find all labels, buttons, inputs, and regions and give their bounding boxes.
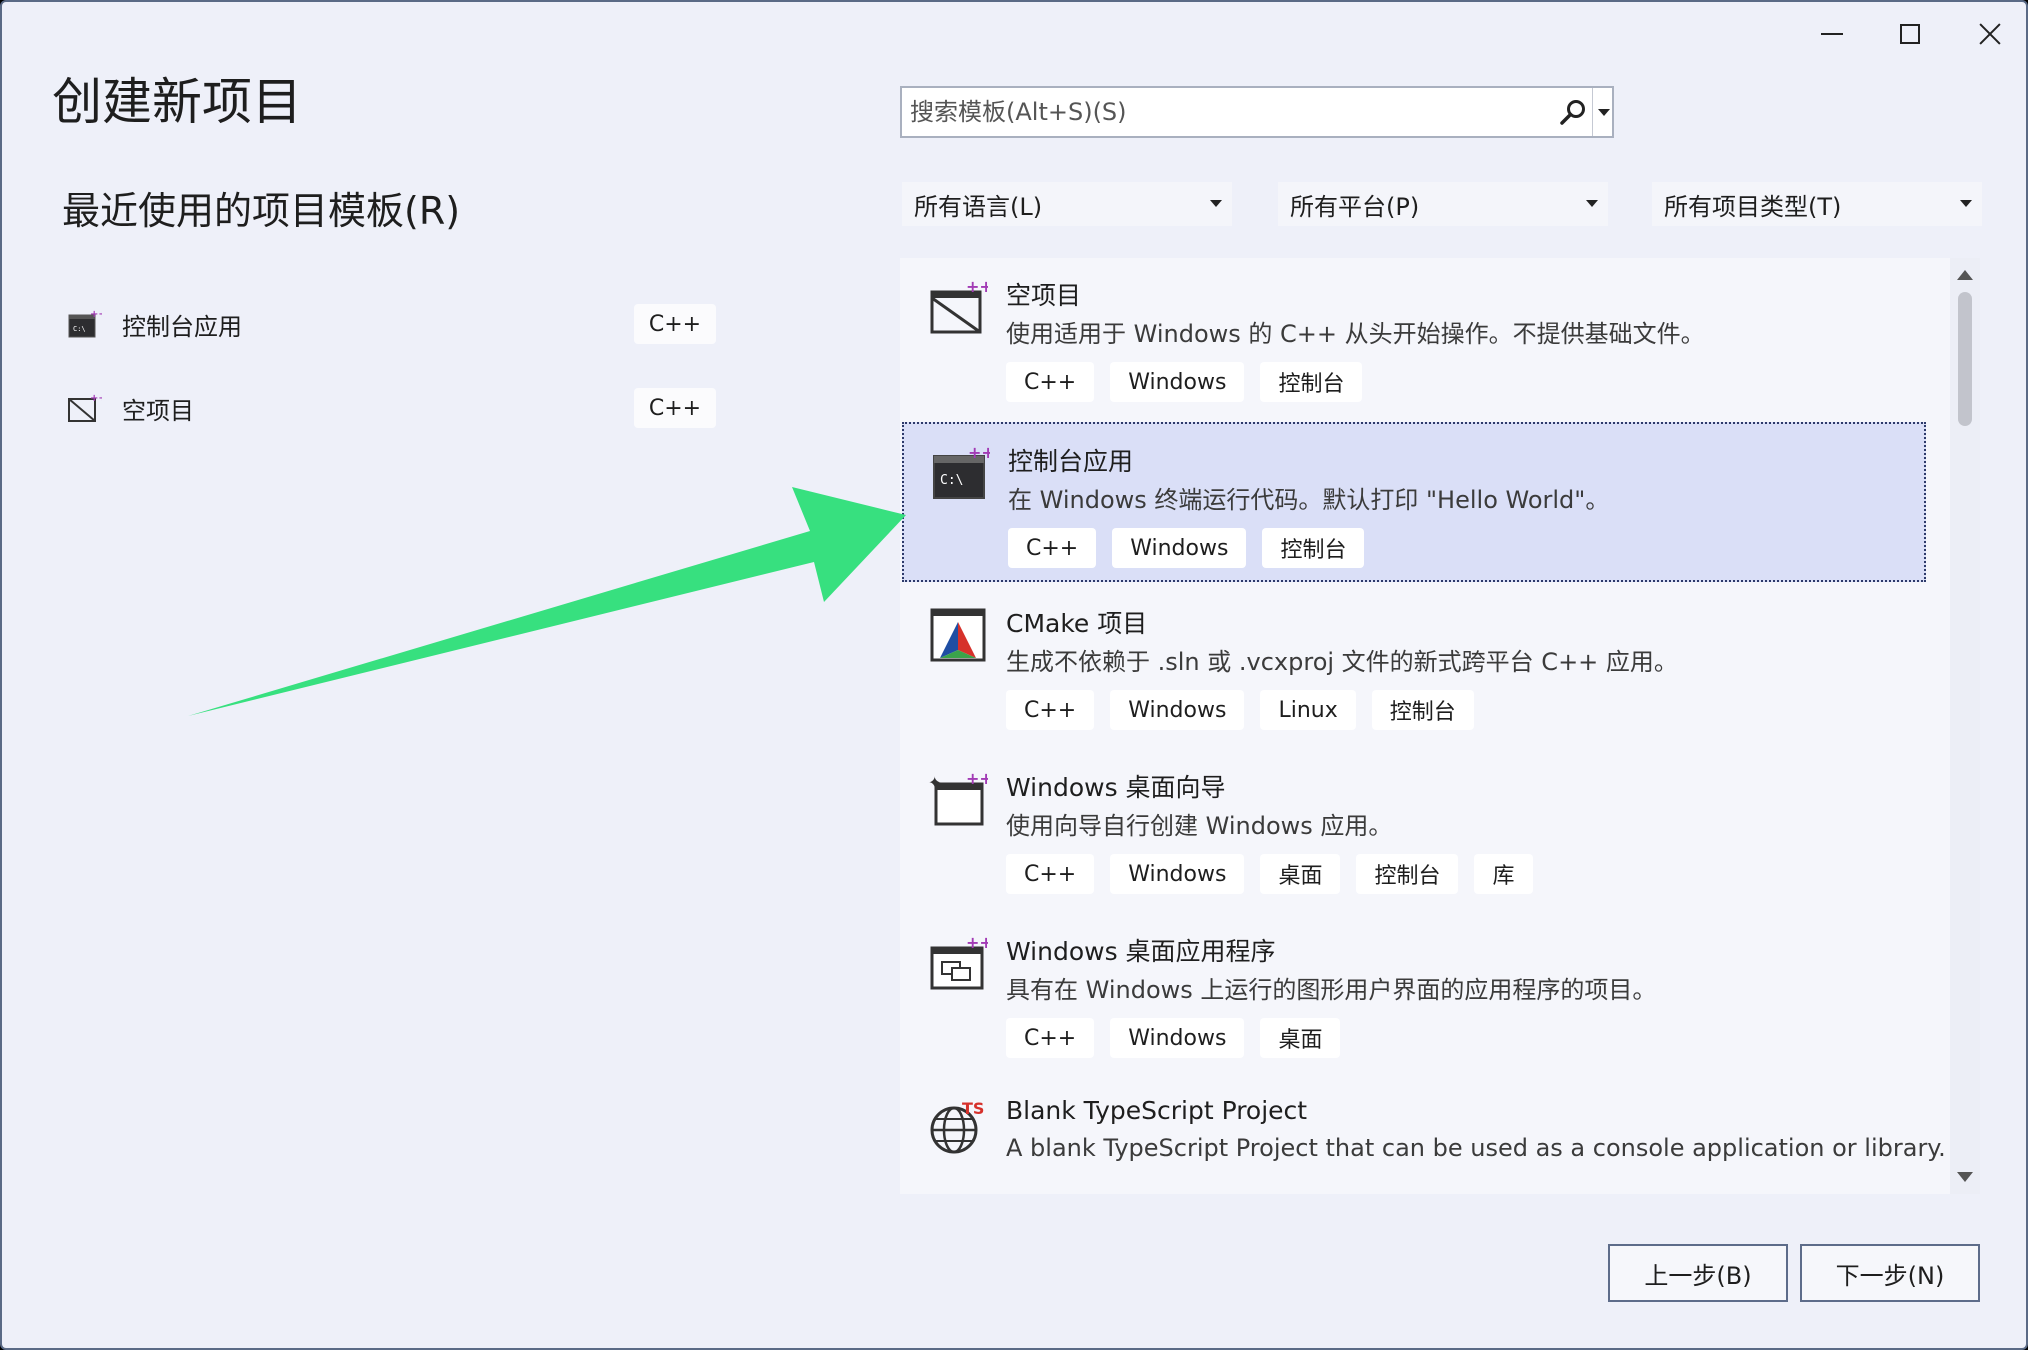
template-name: Blank TypeScript Project [1006,1096,1308,1125]
tag: Linux [1260,690,1356,730]
recent-item-label: 空项目 [122,396,194,425]
tag: C++ [1006,690,1095,730]
search-input[interactable] [910,94,1550,130]
cmake-icon [930,608,986,662]
svg-text:++: ++ [966,934,988,952]
template-description: 使用向导自行创建 Windows 应用。 [1006,812,1393,840]
template-tags: C++ Windows 桌面 控制台 库 [1006,854,1533,894]
close-icon [1979,23,2001,45]
template-tags: C++ Windows 控制台 [1006,362,1363,402]
language-filter-label: 所有语言(L) [914,192,1043,221]
tag: C++ [1008,528,1097,568]
empty-project-icon: ++ [68,393,102,422]
chevron-down-icon [1960,200,1972,207]
project-type-filter-label: 所有项目类型(T) [1664,192,1842,221]
template-description: 在 Windows 终端运行代码。默认打印 "Hello World"。 [1008,486,1610,514]
svg-text:✦: ✦ [928,773,941,792]
template-search [900,86,1614,138]
back-button[interactable]: 上一步(B) [1608,1244,1788,1302]
tag: 控制台 [1371,690,1474,730]
next-button[interactable]: 下一步(N) [1800,1244,1980,1302]
svg-text:++: ++ [968,444,990,462]
desktop-app-icon: ++ [930,934,988,990]
chevron-down-icon [1597,108,1610,116]
template-console-app[interactable]: C:\ ++ 控制台应用 在 Windows 终端运行代码。默认打印 "Hell… [902,422,1926,582]
template-list-scrollbar[interactable] [1950,258,1980,1194]
template-blank-typescript[interactable]: TS Blank TypeScript Project A blank Type… [902,1078,1946,1194]
template-name: 空项目 [1006,281,1082,310]
tag: 桌面 [1260,854,1341,894]
template-description: 具有在 Windows 上运行的图形用户界面的应用程序的项目。 [1006,976,1657,1004]
tag: Windows [1110,362,1245,402]
minimize-button[interactable] [1802,14,1862,54]
minimize-icon [1821,33,1843,35]
language-filter[interactable]: 所有语言(L) [902,182,1232,226]
template-tags: C++ Windows 桌面 [1006,1018,1341,1058]
svg-text:++: ++ [90,393,102,404]
tag: C++ [1006,1018,1095,1058]
tag: Windows [1112,528,1247,568]
empty-project-icon: ++ [930,278,988,334]
recent-templates-heading: 最近使用的项目模板(R) [62,189,461,233]
svg-text:++: ++ [966,770,988,788]
template-name: 控制台应用 [1008,447,1134,476]
template-name: CMake 项目 [1006,609,1148,638]
template-name: Windows 桌面应用程序 [1006,937,1276,966]
tag: 控制台 [1260,362,1363,402]
tag: 控制台 [1356,854,1459,894]
scroll-down-icon[interactable] [1957,1172,1973,1182]
template-windows-desktop-wizard[interactable]: ✦ ++ Windows 桌面向导 使用向导自行创建 Windows 应用。 C… [902,750,1926,910]
recent-item-tag: C++ [634,304,716,344]
console-app-icon: C:\ ++ [933,444,990,499]
platform-filter-label: 所有平台(P) [1290,192,1420,221]
svg-text:++: ++ [90,309,102,320]
project-type-filter[interactable]: 所有项目类型(T) [1652,182,1982,226]
page-title: 创建新项目 [52,73,302,131]
template-tags: C++ Windows 控制台 [1008,528,1365,568]
maximize-button[interactable] [1880,14,1940,54]
tag: Windows [1110,1018,1245,1058]
template-list: ++ 空项目 使用适用于 Windows 的 C++ 从头开始操作。不提供基础文… [900,258,1980,1194]
svg-text:++: ++ [966,278,988,296]
svg-text:C:\: C:\ [940,473,963,488]
svg-text:C:\: C:\ [73,325,86,333]
template-description: 生成不依赖于 .sln 或 .vcxproj 文件的新式跨平台 C++ 应用。 [1006,648,1678,676]
platform-filter[interactable]: 所有平台(P) [1278,182,1608,226]
desktop-wizard-icon: ✦ ++ [928,770,988,826]
console-app-icon: C:\ ++ [68,309,102,338]
recent-item-tag: C++ [634,388,716,428]
close-button[interactable] [1960,14,2020,54]
svg-text:TS: TS [962,1099,984,1118]
template-description: 使用适用于 Windows 的 C++ 从头开始操作。不提供基础文件。 [1006,320,1705,348]
tag: 库 [1474,854,1533,894]
search-icon[interactable] [1558,98,1588,128]
tag: 控制台 [1262,528,1365,568]
template-cmake-project[interactable]: CMake 项目 生成不依赖于 .sln 或 .vcxproj 文件的新式跨平台… [902,586,1926,746]
tag: C++ [1006,854,1095,894]
recent-item-console-app[interactable]: C:\ ++ 控制台应用 C++ [62,282,722,366]
template-tags: C++ Windows Linux 控制台 [1006,690,1474,730]
template-description: A blank TypeScript Project that can be u… [1006,1134,1946,1162]
recent-templates-list: C:\ ++ 控制台应用 C++ ++ 空项目 C++ [62,282,722,450]
template-name: Windows 桌面向导 [1006,773,1226,802]
create-project-window: 创建新项目 最近使用的项目模板(R) C:\ ++ 控制台应用 C++ ++ 空… [0,0,2028,1350]
search-options-dropdown[interactable] [1592,88,1614,136]
recent-item-empty-project[interactable]: ++ 空项目 C++ [62,366,722,450]
typescript-globe-icon: TS [930,1099,984,1154]
tag: 桌面 [1260,1018,1341,1058]
chevron-down-icon [1210,200,1222,207]
template-windows-desktop-app[interactable]: ++ Windows 桌面应用程序 具有在 Windows 上运行的图形用户界面… [902,914,1926,1074]
scroll-thumb[interactable] [1958,292,1972,426]
tag: C++ [1006,362,1095,402]
chevron-down-icon [1586,200,1598,207]
maximize-icon [1900,24,1920,44]
recent-item-label: 控制台应用 [122,312,242,341]
scroll-up-icon[interactable] [1957,270,1973,280]
tag: Windows [1110,690,1245,730]
template-empty-project[interactable]: ++ 空项目 使用适用于 Windows 的 C++ 从头开始操作。不提供基础文… [902,258,1926,418]
tag: Windows [1110,854,1245,894]
